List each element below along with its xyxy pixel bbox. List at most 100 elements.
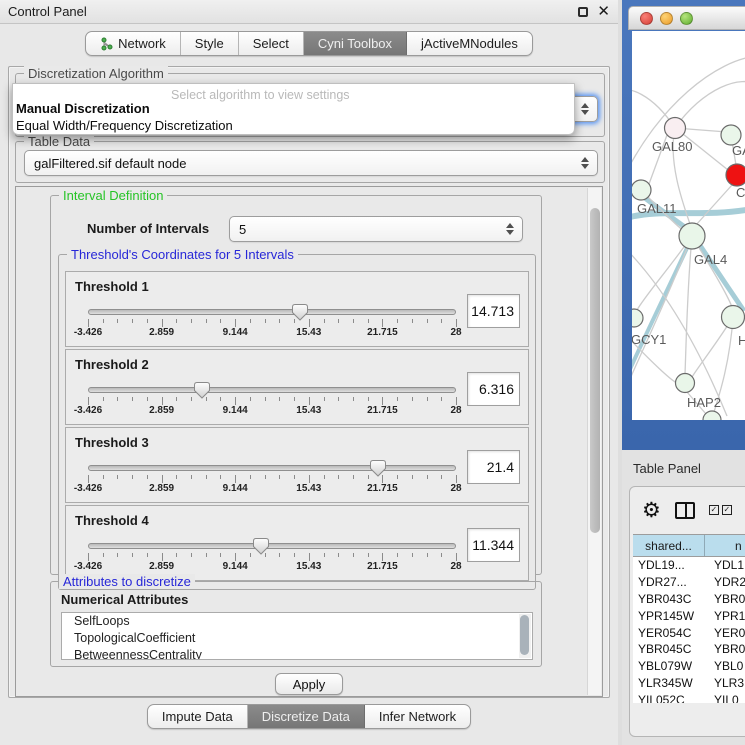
algorithm-option-equal-width-frequency-discretization[interactable]: Equal Width/Frequency Discretization <box>16 118 233 133</box>
table-cell[interactable]: YPR1 <box>705 607 745 624</box>
table-row[interactable]: YIL052CYIL0 <box>633 691 745 703</box>
table-row[interactable]: YPR145WYPR1 <box>633 607 745 624</box>
table-data-combobox[interactable]: galFiltered.sif default node <box>24 150 598 176</box>
tab-label: Cyni Toolbox <box>318 36 392 51</box>
table-cell[interactable]: YBR0 <box>705 641 745 658</box>
table-cell[interactable]: YBR043C <box>633 591 705 608</box>
settings-vertical-scrollbar[interactable] <box>587 188 601 695</box>
table-cell[interactable]: YBR045C <box>633 641 705 658</box>
split-columns-icon[interactable] <box>675 502 695 519</box>
settings-scrollpane: Interval Definition Number of Intervals … <box>15 186 603 697</box>
minimize-window-icon[interactable] <box>660 12 673 25</box>
number-of-intervals-label: Number of Intervals <box>87 221 209 236</box>
zoom-window-icon[interactable] <box>680 12 693 25</box>
table-row[interactable]: YLR345WYLR3 <box>633 675 745 692</box>
network-node-node-red[interactable] <box>726 164 745 186</box>
attribute-item[interactable]: TopologicalCoefficient <box>62 630 532 647</box>
table-row[interactable]: YDL19...YDL1 <box>633 557 745 574</box>
attributes-scrollbar[interactable] <box>519 614 531 658</box>
tab-cyni-toolbox[interactable]: Cyni Toolbox <box>304 32 407 55</box>
table-row[interactable]: YER054CYER0 <box>633 624 745 641</box>
table-cell[interactable]: YBR0 <box>705 591 745 608</box>
close-window-icon[interactable] <box>640 12 653 25</box>
table-cell[interactable]: YDR2 <box>705 574 745 591</box>
tab-select[interactable]: Select <box>239 32 304 55</box>
threshold-box-2: Threshold 2-3.4262.8599.14415.4321.71528… <box>65 349 529 425</box>
table-cell[interactable]: YDL19... <box>633 557 705 574</box>
column-header-shared[interactable]: shared... <box>633 535 705 556</box>
checkbox-icon[interactable]: ✓ <box>722 505 732 515</box>
tab-discretize-data[interactable]: Discretize Data <box>248 705 365 728</box>
node-label-gal80: GAL80 <box>652 139 692 154</box>
column-header-name[interactable]: n <box>705 535 745 556</box>
threshold-value-field[interactable]: 11.344 <box>467 528 520 562</box>
table-panel-box: ⚙ ✓ ✓ shared... n YDL19...YDL1YDR27...YD… <box>629 486 745 737</box>
control-panel-titlebar: Control Panel ✕ <box>0 0 618 24</box>
tab-style[interactable]: Style <box>181 32 239 55</box>
algorithm-option-manual-discretization[interactable]: Manual Discretization <box>16 101 150 116</box>
table-row[interactable]: YBR045CYBR0 <box>633 641 745 658</box>
tab-label: Impute Data <box>162 709 233 724</box>
node-label-node-red: C <box>736 185 745 200</box>
tab-jactivemnodules[interactable]: jActiveMNodules <box>407 32 532 55</box>
threshold-slider[interactable] <box>88 465 456 471</box>
numerical-attributes-label: Numerical Attributes <box>61 592 188 607</box>
table-row[interactable]: YBL079WYBL0 <box>633 658 745 675</box>
tab-network[interactable]: Network <box>86 32 181 55</box>
threshold-value-field[interactable]: 21.4 <box>467 450 520 484</box>
table-cell[interactable]: YER054C <box>633 624 705 641</box>
node-label-gal11: GAL11 <box>637 201 677 216</box>
tab-impute-data[interactable]: Impute Data <box>148 705 248 728</box>
attribute-item[interactable]: SelfLoops <box>62 613 532 630</box>
network-edge[interactable] <box>632 56 745 181</box>
table-cell[interactable]: YDL1 <box>705 557 745 574</box>
table-cell[interactable]: YBL0 <box>705 658 745 675</box>
network-node-gal4[interactable] <box>679 223 705 249</box>
network-node-node-bottom[interactable] <box>703 411 721 420</box>
threshold-slider[interactable] <box>88 309 456 315</box>
table-cell[interactable]: YLR3 <box>705 675 745 692</box>
network-node-node-ga[interactable] <box>721 125 741 145</box>
checkbox-icon[interactable]: ✓ <box>709 505 719 515</box>
network-edge[interactable] <box>675 82 745 128</box>
network-edge[interactable] <box>685 236 692 374</box>
numerical-attributes-list[interactable]: SelfLoopsTopologicalCoefficientBetweenne… <box>61 612 533 660</box>
threshold-value-field[interactable]: 14.713 <box>467 294 520 328</box>
table-cell[interactable]: YIL052C <box>633 691 705 703</box>
number-of-intervals-value: 5 <box>239 222 246 237</box>
table-toolbar: ⚙ ✓ ✓ <box>630 487 745 533</box>
table-cell[interactable]: YPR145W <box>633 607 705 624</box>
threshold-slider[interactable] <box>88 387 456 393</box>
number-of-intervals-combobox[interactable]: 5 <box>229 216 523 242</box>
network-window-titlebar[interactable] <box>628 6 745 30</box>
network-node-hap2[interactable] <box>676 374 695 393</box>
network-node-gcy1[interactable] <box>632 309 643 327</box>
threshold-slider[interactable] <box>88 543 456 549</box>
table-cell[interactable]: YLR345W <box>633 675 705 692</box>
table-cell[interactable]: YIL0 <box>705 691 745 703</box>
gear-icon[interactable]: ⚙ <box>642 500 661 521</box>
scrollbar-thumb[interactable] <box>590 208 600 533</box>
threshold-value-field[interactable]: 6.316 <box>467 372 520 406</box>
network-node-node-h[interactable] <box>722 306 745 329</box>
thresholds-coordinates-label: Threshold's Coordinates for 5 Intervals <box>67 247 298 262</box>
table-row[interactable]: YDR27...YDR2 <box>633 574 745 591</box>
tab-label: Select <box>253 36 289 51</box>
slider-tick-labels: -3.4262.8599.14415.4321.71528 <box>88 483 456 495</box>
float-window-icon[interactable] <box>578 7 588 17</box>
attribute-item[interactable]: BetweennessCentrality <box>62 647 532 660</box>
tab-infer-network[interactable]: Infer Network <box>365 705 470 728</box>
network-node-gal80[interactable] <box>665 118 686 139</box>
table-row[interactable]: YBR043CYBR0 <box>633 591 745 608</box>
table-cell[interactable]: YDR27... <box>633 574 705 591</box>
table-data-label: Table Data <box>24 134 94 149</box>
slider-tick-labels: -3.4262.8599.14415.4321.71528 <box>88 561 456 573</box>
table-cell[interactable]: YER0 <box>705 624 745 641</box>
network-edge[interactable] <box>696 185 732 225</box>
apply-button[interactable]: Apply <box>275 673 343 695</box>
network-node-gal11[interactable] <box>632 180 651 200</box>
close-icon[interactable]: ✕ <box>597 7 610 17</box>
network-canvas[interactable]: GAL80GACGAL11GAL4GCY1HHAP2 <box>632 31 745 420</box>
threshold-box-1: Threshold 1-3.4262.8599.14415.4321.71528… <box>65 271 529 347</box>
table-cell[interactable]: YBL079W <box>633 658 705 675</box>
